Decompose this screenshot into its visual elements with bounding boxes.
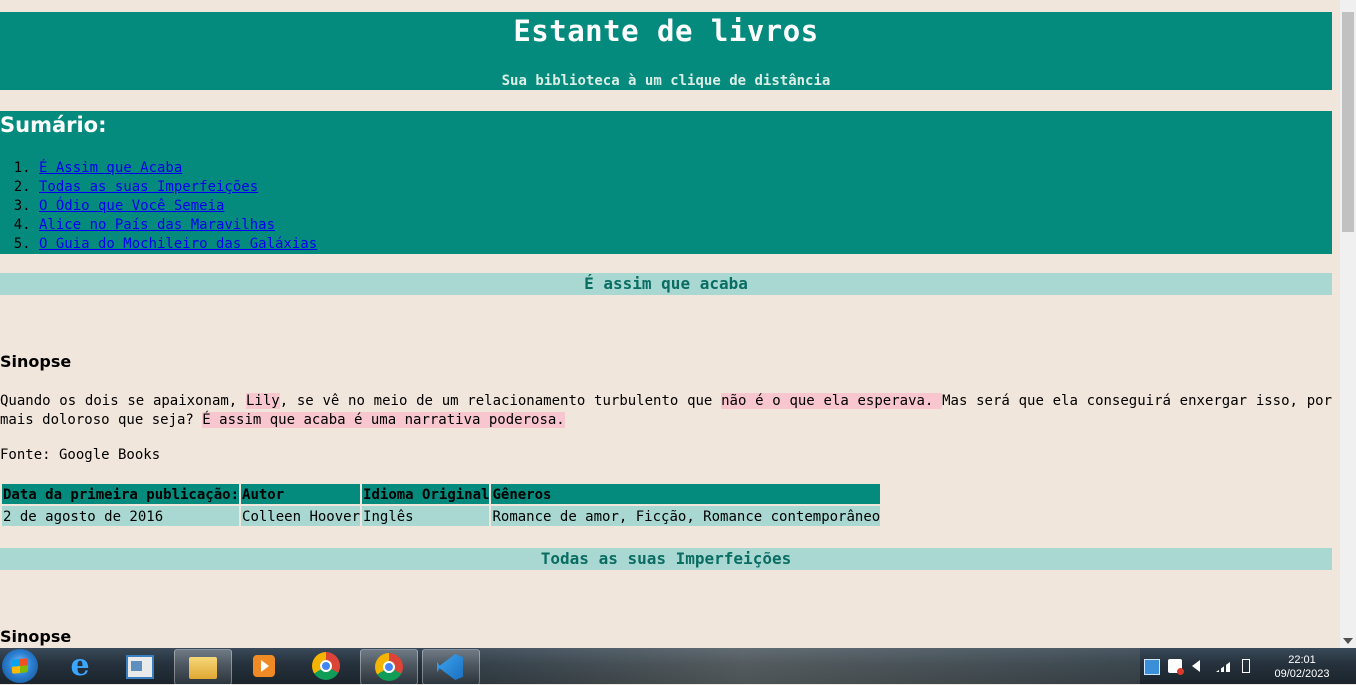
clock-time: 22:01: [1288, 654, 1316, 666]
taskbar-chrome-profile-button[interactable]: [360, 649, 418, 685]
table-row: 2 de agosto de 2016 Colleen Hoover Inglê…: [2, 506, 881, 526]
table-cell: Colleen Hoover: [241, 506, 361, 526]
summary-link-5[interactable]: O Guia do Mochileiro das Galáxias: [39, 236, 317, 252]
summary-list-item: Todas as suas Imperfeições: [39, 178, 317, 197]
taskbar-vscode-button[interactable]: [422, 649, 480, 685]
summary-list-item: É Assim que Acaba: [39, 159, 317, 178]
scrollbar-thumb[interactable]: [1342, 12, 1354, 232]
network-settings-icon[interactable]: [1144, 659, 1160, 675]
summary-link-3[interactable]: O Ódio que Você Semeia: [39, 198, 224, 214]
table-header-cell: Gêneros: [491, 484, 881, 504]
highlighted-text: É assim que acaba é uma narrativa podero…: [202, 412, 565, 428]
summary-list-item: O Ódio que Você Semeia: [39, 197, 317, 216]
table-cell: Romance de amor, Ficção, Romance contemp…: [491, 506, 881, 526]
browser-viewport: Estante de livros Sua biblioteca à um cl…: [0, 0, 1340, 648]
system-tray: [1140, 648, 1260, 684]
taskbar-ie-button[interactable]: e: [52, 649, 108, 683]
scroll-down-arrow-icon[interactable]: [1343, 638, 1353, 644]
chrome-icon: [312, 652, 340, 680]
taskbar-background-image: [480, 648, 1140, 684]
summary-link-4[interactable]: Alice no País das Maravilhas: [39, 217, 275, 233]
internet-explorer-icon: e: [70, 648, 90, 683]
table-header-cell: Data da primeira publicação:: [2, 484, 240, 504]
table-header-cell: Idioma Original: [362, 484, 490, 504]
windows-taskbar: e 22:01 09/02/2023: [0, 648, 1356, 685]
taskbar-task-manager-button[interactable]: [112, 649, 168, 683]
book1-source: Fonte: Google Books: [0, 447, 161, 463]
page-title: Estante de livros: [513, 14, 819, 48]
summary-link-2[interactable]: Todas as suas Imperfeições: [39, 179, 258, 195]
page-subtitle: Sua biblioteca à um clique de distância: [501, 73, 831, 89]
battery-icon[interactable]: [1242, 659, 1250, 673]
start-orb-icon[interactable]: [2, 649, 38, 683]
windows-logo-icon: [12, 658, 28, 674]
media-player-icon: [253, 655, 275, 677]
signal-strength-icon[interactable]: [1216, 662, 1230, 672]
book1-heading: É assim que acaba: [0, 273, 1332, 295]
book1-info-table: Data da primeira publicação: Autor Idiom…: [0, 482, 882, 528]
clock-date: 09/02/2023: [1274, 668, 1330, 680]
table-cell: 2 de agosto de 2016: [2, 506, 240, 526]
summary-title: Sumário:: [0, 113, 107, 137]
book1-synopsis: Quando os dois se apaixonam, Lily, se vê…: [0, 392, 1332, 430]
book1-synopsis-label: Sinopse: [0, 352, 72, 371]
chrome-profile-icon: [375, 653, 403, 681]
table-cell: Inglês: [362, 506, 490, 526]
taskbar-clock[interactable]: 22:01 09/02/2023: [1262, 653, 1342, 681]
table-header-row: Data da primeira publicação: Autor Idiom…: [2, 484, 881, 504]
summary-link-1[interactable]: É Assim que Acaba: [39, 160, 182, 176]
alert-badge-icon: [1177, 668, 1184, 675]
summary-list: É Assim que Acaba Todas as suas Imperfei…: [0, 159, 317, 254]
book2-synopsis-label: Sinopse: [0, 627, 72, 646]
highlighted-text: Lily: [245, 393, 280, 409]
summary-list-item: Alice no País das Maravilhas: [39, 216, 317, 235]
file-explorer-icon: [189, 657, 217, 679]
highlighted-text: não é o que ela esperava.: [721, 393, 943, 409]
summary-list-item: O Guia do Mochileiro das Galáxias: [39, 235, 317, 254]
action-center-flag-icon[interactable]: [1168, 659, 1184, 675]
table-header-cell: Autor: [241, 484, 361, 504]
vscode-icon: [437, 654, 463, 680]
page-header: Estante de livros Sua biblioteca à um cl…: [0, 12, 1332, 90]
book2-heading: Todas as suas Imperfeições: [0, 548, 1332, 570]
vertical-scrollbar[interactable]: [1340, 0, 1356, 648]
taskbar-media-button[interactable]: [236, 649, 292, 683]
taskbar-explorer-button[interactable]: [174, 649, 232, 685]
synopsis-text: , se vê no meio de um relacionamento tur…: [279, 393, 722, 409]
task-manager-icon: [126, 655, 154, 679]
summary-box: Sumário: É Assim que Acaba Todas as suas…: [0, 111, 1332, 254]
synopsis-text: Quando os dois se apaixonam,: [0, 393, 246, 409]
taskbar-chrome-button[interactable]: [298, 649, 354, 683]
volume-icon[interactable]: [1192, 660, 1200, 672]
